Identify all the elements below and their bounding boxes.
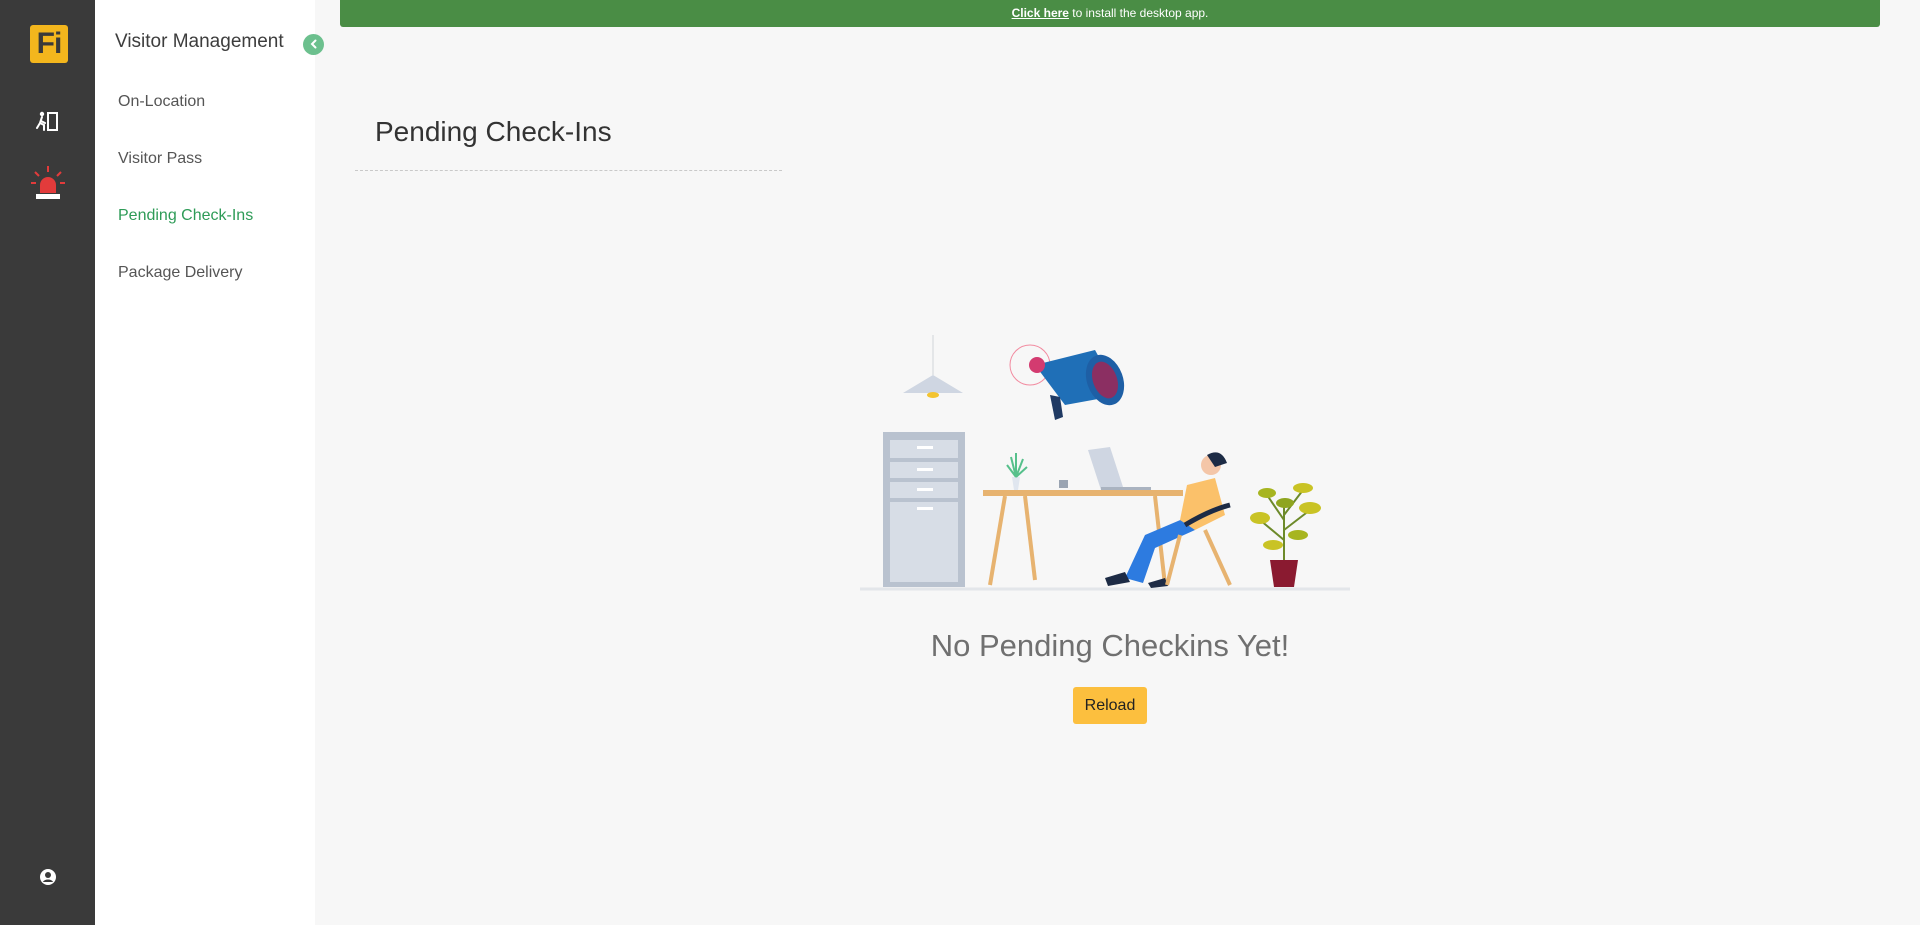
chevron-left-icon: [309, 36, 319, 54]
app-logo[interactable]: Fi: [30, 25, 68, 63]
sidebar-title: Visitor Management: [115, 31, 284, 52]
sidebar-nav: On-Location Visitor Pass Pending Check-I…: [118, 90, 253, 318]
emergency-alarm-icon[interactable]: [0, 163, 95, 203]
sidebar-item-package-delivery[interactable]: Package Delivery: [118, 261, 253, 318]
page-title: Pending Check-Ins: [375, 116, 612, 147]
empty-state-message: No Pending Checkins Yet!: [930, 628, 1290, 663]
module-sidebar: Visitor Management On-Location Visitor P…: [95, 0, 324, 925]
sidebar-item-on-location[interactable]: On-Location: [118, 90, 253, 147]
install-desktop-banner: Click here to install the desktop app.: [340, 0, 1880, 27]
exit-door-icon[interactable]: [0, 110, 95, 134]
install-desktop-link[interactable]: Click here: [1012, 6, 1069, 20]
app-rail: Fi: [0, 0, 95, 925]
empty-state-illustration: [855, 335, 1365, 595]
collapse-sidebar-button[interactable]: [303, 34, 324, 55]
user-profile-icon[interactable]: [0, 868, 95, 886]
sidebar-item-pending-check-ins[interactable]: Pending Check-Ins: [118, 204, 253, 261]
sidebar-item-visitor-pass[interactable]: Visitor Pass: [118, 147, 253, 204]
reload-button[interactable]: Reload: [1073, 687, 1147, 724]
title-divider: [355, 170, 782, 171]
banner-message: to install the desktop app.: [1068, 6, 1209, 20]
